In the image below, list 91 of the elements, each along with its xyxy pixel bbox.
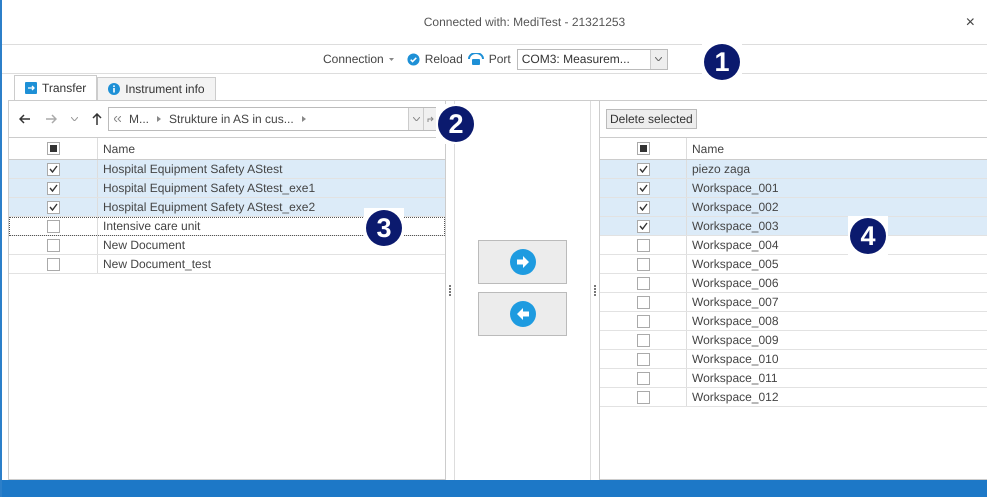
list-row[interactable]: Workspace_009 — [600, 331, 987, 350]
list-row[interactable]: Hospital Equipment Safety AStest_exe2 — [9, 198, 445, 217]
file-name: Hospital Equipment Safety AStest_exe1 — [103, 181, 316, 195]
close-button[interactable]: × — [962, 16, 979, 30]
workspace-name: Workspace_006 — [692, 276, 778, 290]
list-row[interactable]: New Document_test — [9, 255, 445, 274]
workspace-name: Workspace_008 — [692, 314, 778, 328]
file-name: New Document — [103, 238, 186, 252]
checkbox[interactable] — [636, 142, 650, 155]
checkbox[interactable] — [636, 390, 650, 404]
list-row[interactable]: Hospital Equipment Safety AStest_exe1 — [9, 179, 445, 198]
checkbox[interactable] — [46, 258, 60, 270]
workspace-name: Workspace_011 — [692, 371, 778, 385]
checkbox[interactable] — [46, 142, 60, 155]
triangle-icon — [157, 116, 161, 122]
port-icon — [468, 52, 484, 66]
list-row[interactable]: Workspace_007 — [600, 293, 987, 312]
list-row[interactable]: Workspace_008 — [600, 312, 987, 331]
reload-button[interactable]: Reload — [424, 52, 463, 66]
callout-number: 3 — [366, 210, 402, 246]
workspace-name: Workspace_005 — [692, 257, 778, 271]
list-row[interactable]: Workspace_006 — [600, 274, 987, 293]
list-row[interactable]: Workspace_010 — [600, 350, 987, 369]
checkbox[interactable] — [636, 162, 650, 176]
checkbox[interactable] — [636, 220, 650, 232]
list-row[interactable]: Hospital Equipment Safety AStest — [9, 160, 445, 179]
transfer-icon — [25, 82, 37, 94]
workspace-name: Workspace_009 — [692, 333, 778, 347]
workspace-name: Workspace_004 — [692, 238, 778, 252]
double-chevron-icon — [114, 116, 121, 122]
checkbox[interactable] — [636, 238, 650, 252]
refresh-arrow-icon[interactable] — [427, 115, 435, 123]
checkbox[interactable] — [46, 200, 60, 214]
connection-menu[interactable]: Connection — [323, 52, 384, 66]
column-header: Name — [691, 140, 724, 158]
chevron-icon — [655, 57, 662, 61]
up-arrow-icon[interactable] — [92, 113, 102, 125]
checkbox[interactable] — [636, 352, 650, 366]
checkbox[interactable] — [46, 182, 60, 194]
workspace-name: Workspace_010 — [692, 352, 778, 366]
checkbox[interactable] — [46, 162, 60, 176]
callout-number: 2 — [438, 106, 474, 142]
list-row[interactable]: Workspace_011 — [600, 369, 987, 388]
column-header: Name — [102, 140, 136, 158]
delete-selected-button[interactable]: Delete selected — [606, 109, 697, 129]
back-arrow-icon[interactable] — [19, 114, 31, 124]
window-title: Connected with: MediTest - 21321253 — [422, 15, 626, 29]
triangle-icon — [302, 116, 306, 122]
list-row[interactable]: Workspace_002 — [600, 198, 987, 217]
tab[interactable]: Transfer — [14, 75, 98, 100]
list-row[interactable]: Workspace_001 — [600, 179, 987, 198]
move-left-button[interactable] — [478, 292, 567, 336]
port-dropdown[interactable]: COM3: Measurem... — [516, 48, 668, 70]
callout-number: 1 — [704, 44, 740, 80]
reload-icon[interactable] — [406, 52, 420, 66]
checkbox[interactable] — [636, 334, 650, 346]
forward-arrow-icon[interactable] — [45, 114, 57, 124]
file-name: Hospital Equipment Safety AStest_exe2 — [103, 200, 316, 214]
workspace-name: Workspace_001 — [692, 181, 778, 195]
checkbox[interactable] — [636, 372, 650, 384]
breadcrumb-item[interactable]: M... — [129, 112, 149, 126]
checkbox[interactable] — [46, 220, 60, 232]
list-row[interactable]: Workspace_012 — [600, 388, 987, 407]
tab[interactable]: Instrument info — [97, 77, 216, 100]
splitter-handle[interactable] — [594, 284, 596, 296]
checkbox[interactable] — [636, 296, 650, 308]
callout-number: 4 — [850, 218, 886, 254]
chevron-icon[interactable] — [71, 117, 78, 121]
file-name: Intensive care unit — [103, 219, 200, 233]
splitter-handle[interactable] — [449, 284, 451, 296]
breadcrumb-bar[interactable]: M... Strukture in AS in cus... — [108, 107, 439, 131]
workspace-name: piezo zaga — [692, 162, 750, 176]
chevron-icon[interactable] — [412, 117, 420, 121]
checkbox[interactable] — [636, 182, 650, 194]
workspace-name: Workspace_003 — [692, 219, 778, 233]
list-row[interactable]: piezo zaga — [600, 160, 987, 179]
checkbox[interactable] — [636, 276, 650, 290]
port-label: Port — [488, 52, 511, 66]
file-name: New Document_test — [103, 257, 212, 271]
workspace-name: Workspace_007 — [692, 295, 778, 309]
checkbox[interactable] — [636, 314, 650, 328]
move-right-button[interactable] — [478, 240, 567, 284]
info-icon — [108, 83, 120, 95]
checkbox[interactable] — [636, 200, 650, 214]
caret-icon — [388, 58, 394, 60]
checkbox[interactable] — [46, 238, 60, 252]
checkbox[interactable] — [636, 258, 650, 270]
workspace-name: Workspace_012 — [692, 390, 778, 404]
breadcrumb-item[interactable]: Strukture in AS in cus... — [169, 112, 294, 126]
workspace-name: Workspace_002 — [692, 200, 778, 214]
file-name: Hospital Equipment Safety AStest — [103, 162, 282, 176]
